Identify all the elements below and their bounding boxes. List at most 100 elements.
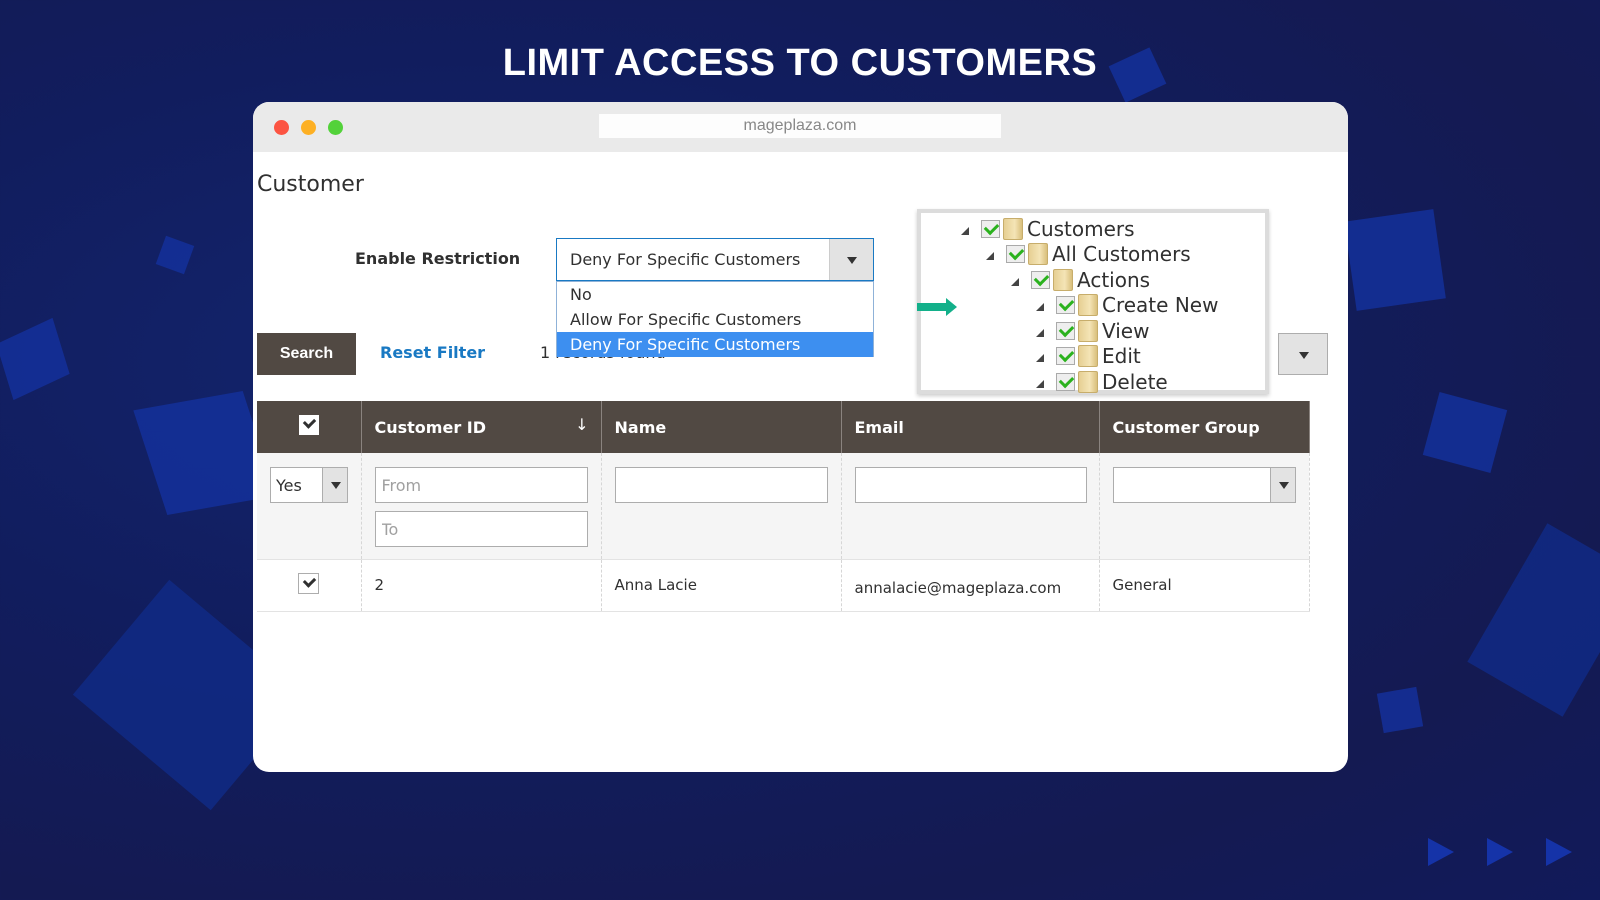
maximize-window-icon[interactable] [328,120,343,135]
filter-selection-cell: Yes [257,453,362,560]
decor-cube [1467,523,1600,717]
filter-row: Yes [257,453,1339,560]
checkbox-checked-icon[interactable] [1056,322,1075,340]
option-allow-specific[interactable]: Allow For Specific Customers [557,307,873,332]
tree-node-label: Actions [1077,268,1151,292]
tree-node-label: Edit [1102,344,1141,368]
checkbox-checked-icon[interactable] [1056,347,1075,365]
cell-customer-group: General [1099,559,1310,612]
minimize-window-icon[interactable] [301,120,316,135]
filter-group-cell [1099,453,1310,560]
id-from-input[interactable] [374,467,588,503]
permission-tree: Customers All Customers Actions Create N… [917,209,1269,394]
tree-node-label: All Customers [1052,242,1191,266]
tree-node-label: View [1102,319,1150,343]
name-filter-input[interactable] [614,467,828,503]
search-button[interactable]: Search [257,333,356,375]
tree-node-create-new[interactable]: Create New [1032,293,1218,317]
checkbox-checked-icon[interactable] [1056,296,1075,314]
customer-grid: Customer ID ↓ Name Email Customer Group Y… [257,401,1339,612]
select-all-checkbox[interactable] [298,415,319,435]
grid-overflow [1309,401,1339,453]
expand-icon[interactable] [1032,329,1044,337]
chevron-down-icon [847,257,857,264]
browser-window: mageplaza.com Customer Enable Restrictio… [253,102,1348,772]
folder-icon [1003,218,1023,240]
tree-node-delete[interactable]: Delete [1032,370,1168,394]
decor-play-icon [1546,838,1572,866]
column-label: Customer Group [1112,417,1260,437]
column-label: Name [614,417,667,437]
option-no[interactable]: No [557,282,873,307]
reset-filter-link[interactable]: Reset Filter [380,343,485,362]
expand-icon[interactable] [1007,278,1019,286]
tree-node-label: Customers [1027,217,1135,241]
checkbox-checked-icon[interactable] [1031,271,1050,289]
table-row: 2 Anna Lacie annalacie@mageplaza.com Gen… [257,559,1339,612]
decor-cube [1344,209,1446,311]
page-title: Customer [257,172,364,197]
decor-cube [0,317,70,401]
decor-play-icon [1487,838,1513,866]
headline: LIMIT ACCESS TO CUSTOMERS [502,42,1098,84]
email-filter-input[interactable] [854,467,1087,503]
tree-node-view[interactable]: View [1032,319,1149,343]
tree-node-actions[interactable]: Actions [1007,268,1150,292]
address-bar[interactable]: mageplaza.com [599,114,1001,138]
tree-node-label: Delete [1102,370,1168,394]
column-header-email[interactable]: Email [841,401,1100,453]
expand-icon[interactable] [982,252,994,260]
filter-id-cell [361,453,602,560]
select-all-header[interactable] [257,401,362,453]
tree-node-label: Create New [1102,293,1219,317]
checkbox-checked-icon[interactable] [981,220,1000,238]
row-checkbox[interactable] [298,572,320,594]
column-label: Customer ID [374,417,487,437]
chevron-down-icon [331,482,341,489]
enable-restriction-select[interactable]: Deny For Specific Customers [556,238,874,281]
close-window-icon[interactable] [274,120,289,135]
expand-icon[interactable] [1032,303,1044,311]
selected-value: Deny For Specific Customers [570,250,801,269]
folder-icon [1078,320,1098,342]
row-select-cell [257,559,362,612]
browser-titlebar: mageplaza.com [253,102,1348,152]
tree-node-customers[interactable]: Customers [957,217,1135,241]
decor-cube [1376,686,1424,734]
arrow-right-icon [917,298,957,316]
chevron-down-icon [1278,482,1289,489]
in-selection-filter[interactable]: Yes [270,467,348,503]
folder-icon [1028,243,1048,265]
column-header-customer-id[interactable]: Customer ID ↓ [361,401,602,453]
filter-name-cell [601,453,842,560]
expand-icon[interactable] [957,227,969,235]
customer-group-filter[interactable] [1112,467,1296,503]
column-header-name[interactable]: Name [601,401,842,453]
per-page-select[interactable] [1278,333,1328,375]
option-deny-specific[interactable]: Deny For Specific Customers [557,332,873,357]
column-header-customer-group[interactable]: Customer Group [1099,401,1310,453]
chevron-down-icon [1299,352,1309,359]
id-to-input[interactable] [374,511,588,547]
folder-icon [1078,345,1098,367]
page-content: Customer Enable Restriction Deny For Spe… [253,152,1348,772]
expand-icon[interactable] [1032,354,1044,362]
sort-arrow-down-icon[interactable]: ↓ [575,415,588,434]
cell-name: Anna Lacie [601,559,842,612]
selected-value: Yes [276,476,302,495]
folder-icon [1078,371,1098,393]
column-label: Email [854,417,904,437]
checkbox-checked-icon[interactable] [1006,245,1025,263]
tree-node-all-customers[interactable]: All Customers [982,242,1191,266]
cell-customer-id: 2 [361,559,602,612]
dropdown-toggle[interactable] [829,239,873,280]
tree-node-edit[interactable]: Edit [1032,344,1141,368]
cell-email: annalacie@mageplaza.com [841,559,1100,612]
folder-icon [1078,294,1098,316]
restriction-options-list: No Allow For Specific Customers Deny For… [556,281,874,357]
folder-icon [1053,269,1073,291]
checkbox-checked-icon[interactable] [1056,373,1075,391]
expand-icon[interactable] [1032,380,1044,388]
decor-play-icon [1428,838,1454,866]
enable-restriction-label: Enable Restriction [355,249,521,268]
